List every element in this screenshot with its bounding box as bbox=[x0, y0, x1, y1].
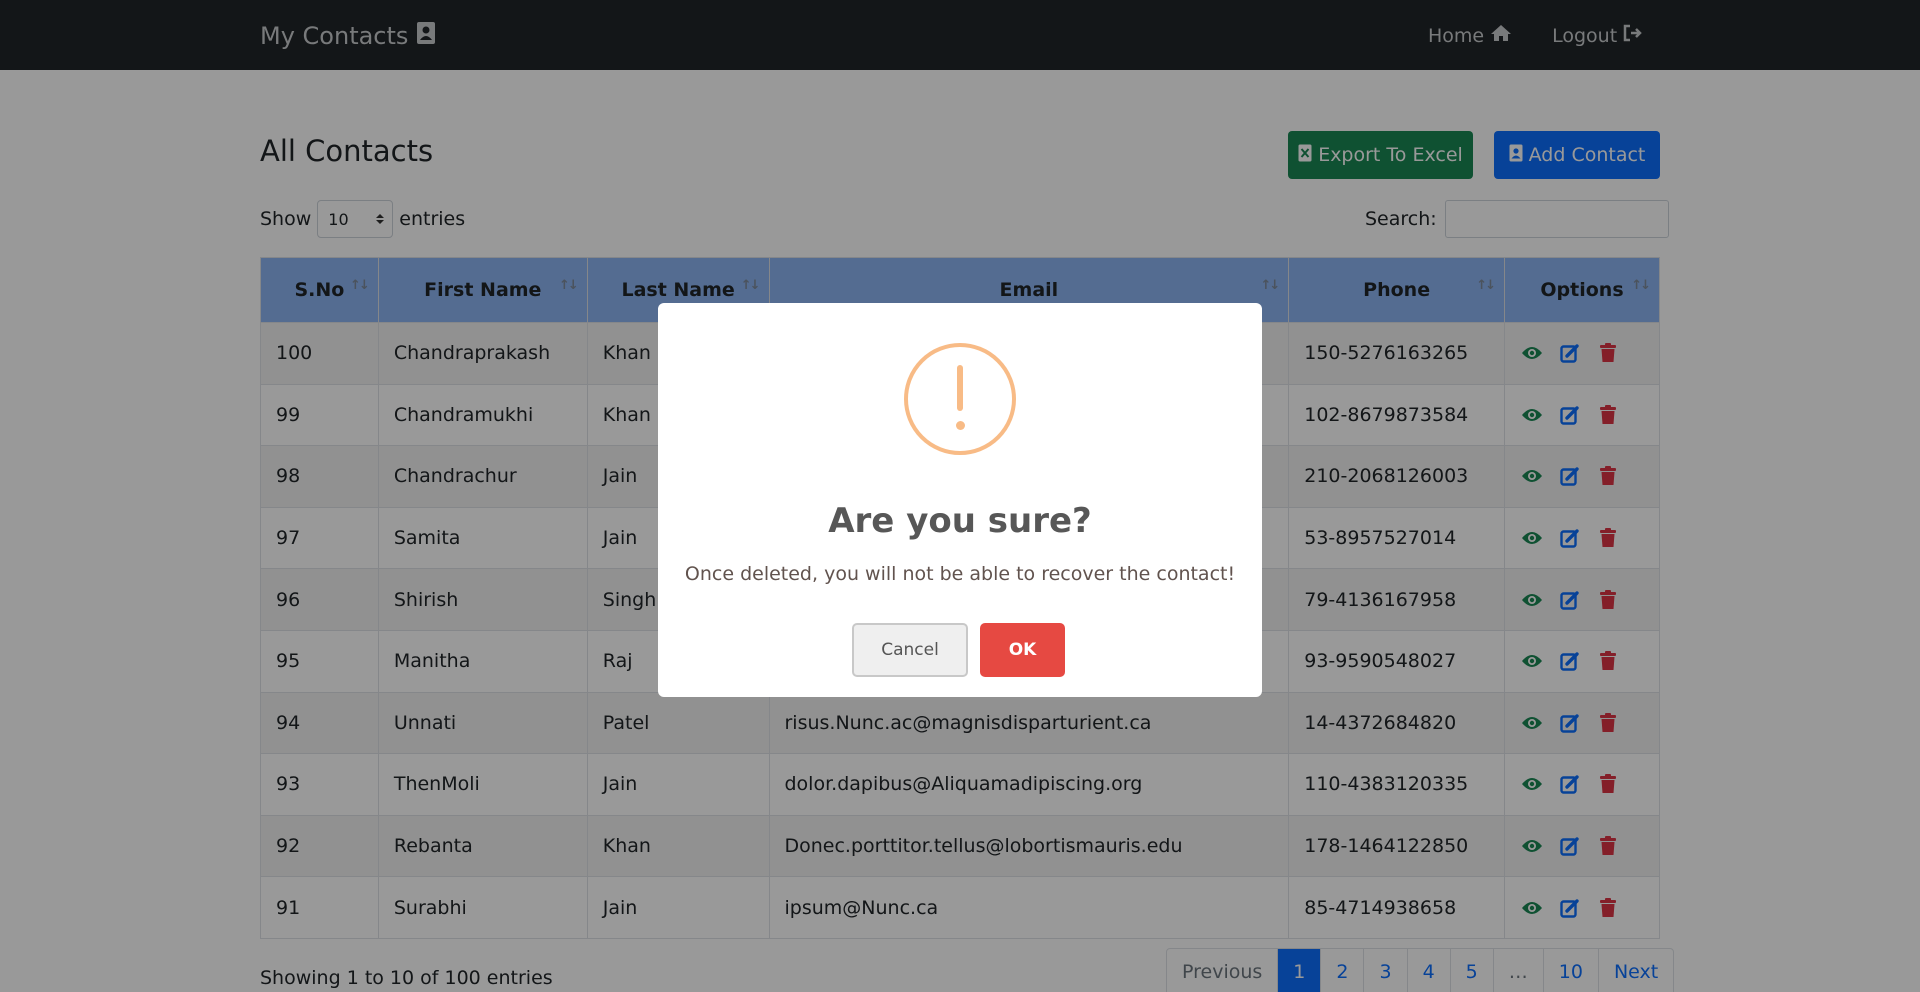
confirm-dialog: Are you sure? Once deleted, you will not… bbox=[658, 303, 1262, 697]
ok-button[interactable]: OK bbox=[980, 623, 1065, 677]
dialog-title: Are you sure? bbox=[828, 501, 1092, 541]
warning-icon bbox=[904, 343, 1016, 455]
cancel-button[interactable]: Cancel bbox=[852, 623, 968, 677]
dialog-text: Once deleted, you will not be able to re… bbox=[684, 563, 1236, 585]
